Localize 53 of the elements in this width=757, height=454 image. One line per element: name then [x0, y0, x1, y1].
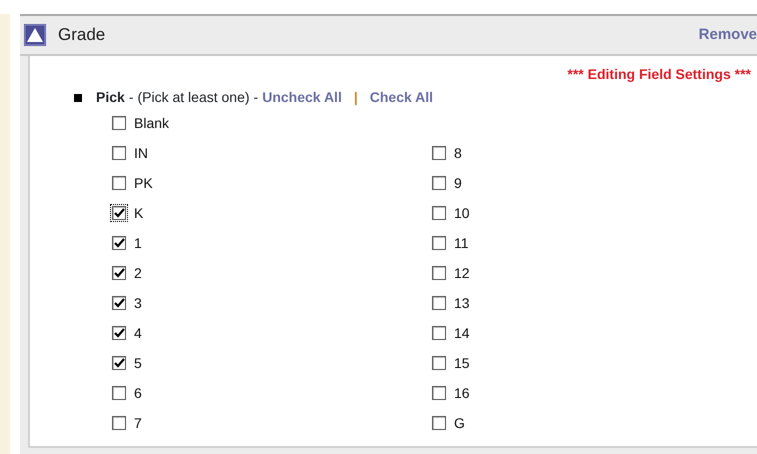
- option-label: 13: [454, 294, 470, 312]
- bullet-icon: [74, 94, 82, 102]
- checkbox[interactable]: [112, 146, 126, 160]
- pick-hint: (Pick at least one): [137, 88, 250, 107]
- option-label: 8: [454, 144, 462, 162]
- separator-text: -: [128, 88, 134, 107]
- checkbox[interactable]: [432, 236, 446, 250]
- editing-notice: *** Editing Field Settings ***: [566, 65, 752, 84]
- checkbox[interactable]: [432, 206, 446, 220]
- option-label: K: [134, 204, 144, 222]
- option-label: 4: [134, 324, 142, 342]
- pick-label: Pick: [96, 88, 125, 107]
- checkbox[interactable]: [112, 416, 126, 430]
- option-label: 12: [454, 264, 470, 282]
- checkbox[interactable]: [112, 326, 126, 340]
- collapse-icon[interactable]: [24, 24, 46, 46]
- option-label: 9: [454, 174, 462, 192]
- checkbox[interactable]: [112, 236, 126, 250]
- remove-link[interactable]: Remove: [698, 24, 757, 46]
- option-label: G: [454, 414, 465, 432]
- separator-text: -: [254, 88, 258, 107]
- option-label: 14: [454, 324, 470, 342]
- checkbox[interactable]: [432, 266, 446, 280]
- option-label: Blank: [134, 114, 170, 132]
- option-label: 10: [454, 204, 470, 222]
- option-label: 3: [134, 294, 142, 312]
- option-label: 2: [134, 264, 142, 282]
- checkbox[interactable]: [432, 146, 446, 160]
- option-label: PK: [134, 174, 153, 192]
- option-label: 16: [454, 384, 470, 402]
- option-label: IN: [134, 144, 148, 162]
- option-label: 7: [134, 414, 142, 432]
- checkbox[interactable]: [112, 176, 126, 190]
- option-label: 15: [454, 354, 470, 372]
- option-label: 6: [134, 384, 142, 402]
- checkbox[interactable]: [432, 416, 446, 430]
- panel-title: Grade: [58, 24, 106, 46]
- uncheck-all-link[interactable]: Uncheck All: [262, 87, 342, 108]
- option-label: 5: [134, 354, 142, 372]
- checkbox[interactable]: [112, 266, 126, 280]
- option-label: 11: [454, 234, 469, 252]
- link-divider: |: [354, 88, 358, 108]
- checkbox[interactable]: [112, 386, 126, 400]
- option-label: 1: [134, 234, 142, 252]
- checkbox[interactable]: [432, 176, 446, 190]
- checkbox[interactable]: [432, 356, 446, 370]
- checkbox[interactable]: [432, 296, 446, 310]
- checkbox[interactable]: [432, 326, 446, 340]
- checkbox[interactable]: [432, 386, 446, 400]
- checkbox[interactable]: [112, 356, 126, 370]
- checkbox[interactable]: [112, 116, 126, 130]
- check-all-link[interactable]: Check All: [370, 87, 434, 108]
- checkbox[interactable]: [112, 296, 126, 310]
